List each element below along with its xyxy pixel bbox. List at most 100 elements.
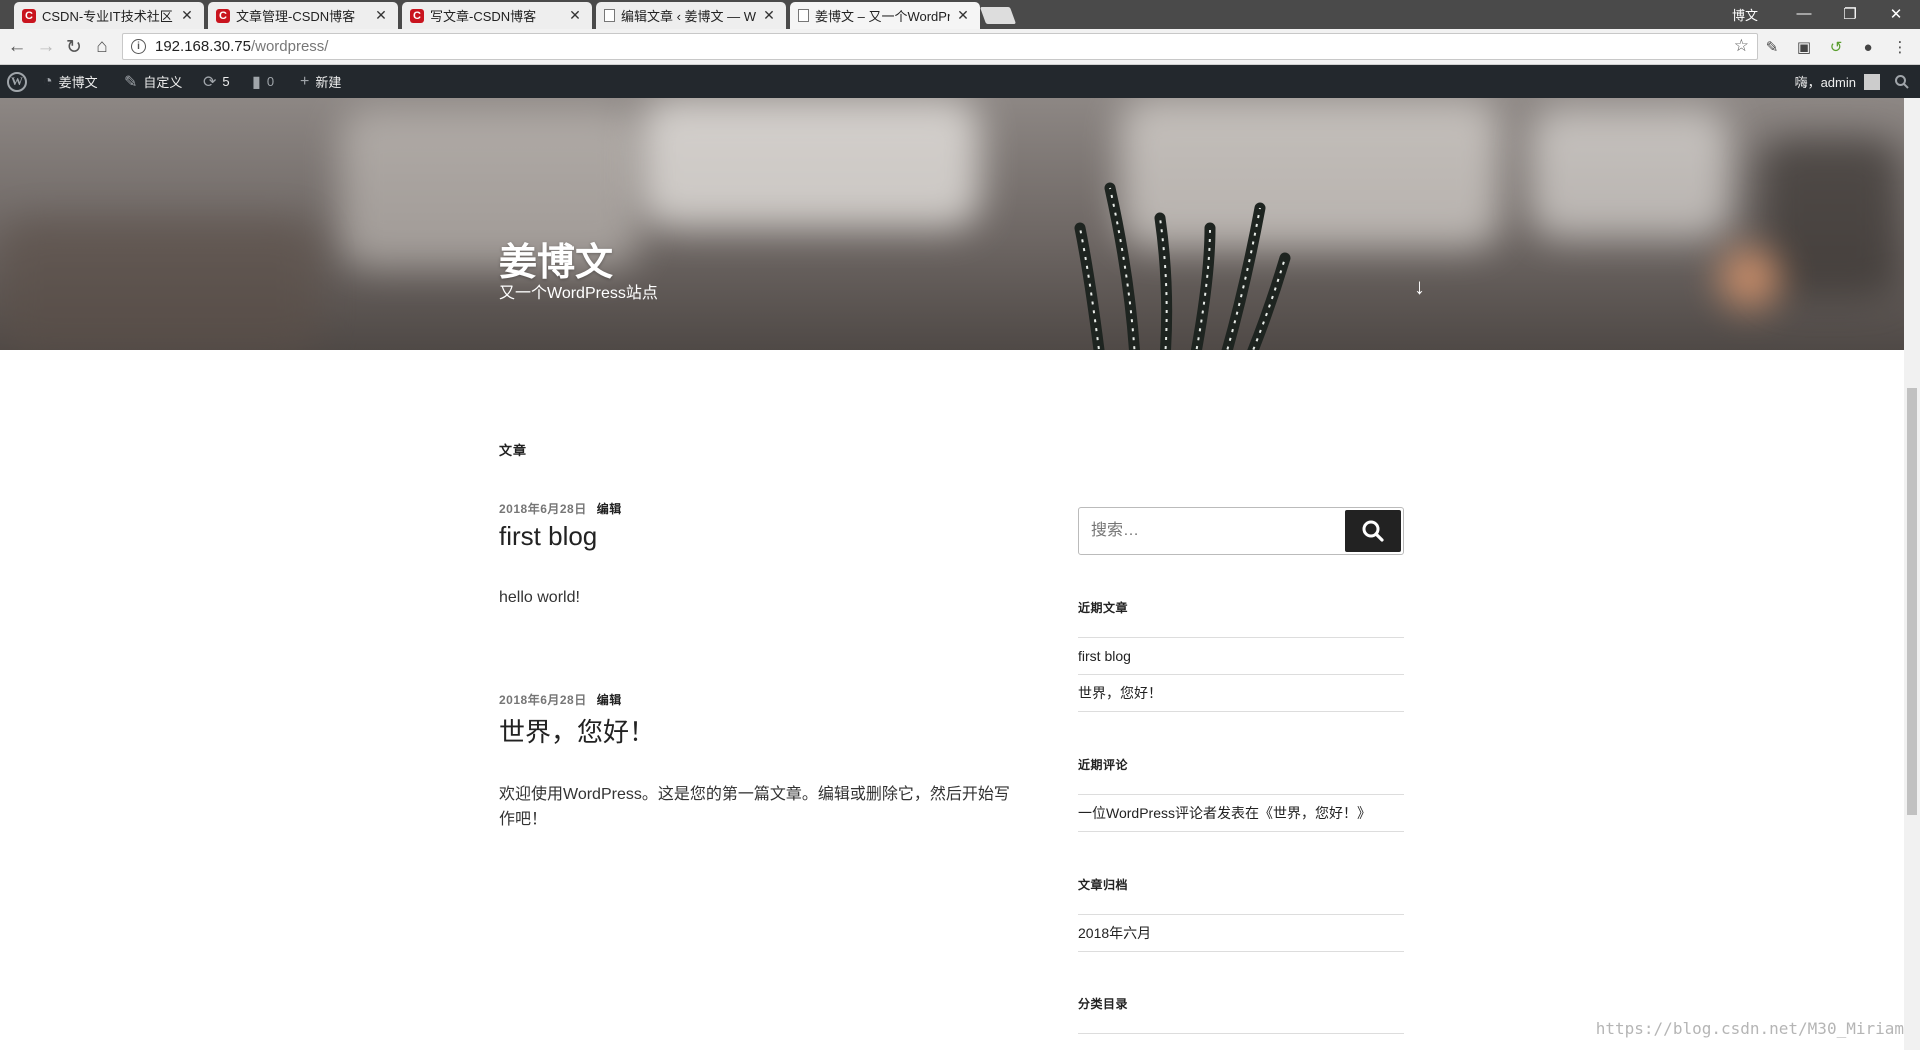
tab-csdn-manage[interactable]: C 文章管理-CSDN博客 ✕ [208, 2, 398, 29]
site-header: 姜博文 又一个WordPress站点 ↓ [0, 98, 1904, 350]
close-tab-icon[interactable]: ✕ [568, 7, 582, 24]
site-info-icon[interactable]: i [131, 39, 146, 54]
tab-wp-site[interactable]: 姜博文 – 又一个WordPre ✕ [790, 2, 980, 29]
my-account-menu[interactable]: 嗨，admin [1795, 65, 1880, 98]
extension-color-icon[interactable]: ● [1858, 37, 1878, 57]
greeting-label: 嗨，admin [1794, 75, 1856, 90]
site-description: 又一个WordPress站点 [499, 285, 658, 302]
customize-label: 自定义 [143, 75, 183, 90]
tab-title: 写文章-CSDN博客 [430, 9, 537, 24]
plant-image [1074, 182, 1291, 350]
address-bar[interactable]: i 192.168.30.75/wordpress/ ☆ [122, 33, 1758, 60]
forward-icon[interactable]: → [33, 34, 59, 60]
post-title-link[interactable]: first blog [499, 521, 1019, 552]
avatar [1864, 73, 1880, 90]
close-tab-icon[interactable]: ✕ [374, 7, 388, 24]
scrollbar-thumb[interactable] [1907, 388, 1917, 815]
post-excerpt: 欢迎使用WordPress。这是您的第一篇文章。编辑或删除它，然后开始写作吧！ [499, 786, 1010, 828]
customize-link[interactable]: ✎ 自定义 [124, 65, 182, 98]
csdn-icon: C [22, 8, 36, 23]
dashboard-icon: ◔ [43, 72, 53, 90]
recent-posts-list: first blog 世界，您好！ [1078, 637, 1404, 712]
post-meta: 2018年6月28日 编辑 [499, 691, 1019, 708]
scrollbar[interactable] [1904, 98, 1920, 1050]
recent-comments-list: 一位WordPress评论者发表在《世界，您好！》 [1078, 794, 1404, 832]
browser-menu-icon[interactable]: ⋮ [1890, 37, 1910, 57]
bookmark-star-icon[interactable]: ☆ [1734, 36, 1749, 56]
tab-csdn-home[interactable]: C CSDN-专业IT技术社区 ✕ [14, 2, 204, 29]
post-date-link[interactable]: 2018年6月28日 [499, 502, 587, 516]
minimize-icon[interactable]: — [1781, 0, 1827, 27]
wp-logo-menu[interactable]: W [7, 65, 27, 98]
extension-refresh-icon[interactable]: ↺ [1826, 37, 1846, 57]
new-content-menu[interactable]: + 新建 [300, 65, 341, 98]
page-title: 文章 [499, 443, 528, 458]
brush-icon: ✎ [124, 73, 138, 91]
updates-icon: ⟳ [203, 73, 217, 91]
list-item[interactable]: 2018年六月 [1078, 915, 1404, 952]
site-name-label: 姜博文 [58, 75, 98, 90]
post-excerpt: hello world! [499, 589, 580, 606]
url-path: /wordpress/ [250, 38, 329, 55]
sidebar: 近期文章 first blog 世界，您好！ 近期评论 一位WordPress评… [1078, 507, 1404, 1034]
edit-post-link[interactable]: 编辑 [597, 502, 622, 516]
close-window-icon[interactable]: ✕ [1873, 0, 1919, 27]
extension-pen-icon[interactable]: ✎ [1762, 37, 1782, 57]
back-icon[interactable]: ← [4, 34, 30, 60]
watermark: https://blog.csdn.net/M30_Miriam [1595, 1019, 1904, 1038]
search-icon [1895, 74, 1909, 89]
wordpress-logo-icon: W [7, 71, 27, 92]
csdn-icon: C [410, 8, 424, 23]
close-tab-icon[interactable]: ✕ [956, 7, 970, 24]
wp-admin-bar: W ◔ 姜博文 ✎ 自定义 ⟳ 5 ▮ 0 + 新建 嗨，admin [0, 65, 1920, 98]
extension-game-icon[interactable]: ▣ [1794, 37, 1814, 57]
search-input[interactable] [1079, 508, 1349, 554]
plus-icon: + [300, 72, 310, 90]
comments-count: 0 [266, 74, 275, 89]
updates-link[interactable]: ⟳ 5 [203, 65, 230, 98]
close-tab-icon[interactable]: ✕ [180, 7, 194, 24]
main-content: 文章 2018年6月28日 编辑 first blog hello world! … [0, 350, 1904, 1050]
archives-title: 文章归档 [1078, 878, 1129, 892]
url-host: 192.168.30.75 [155, 38, 251, 55]
tab-title: 文章管理-CSDN博客 [236, 9, 356, 24]
search-icon [1362, 520, 1384, 542]
search-button[interactable] [1345, 510, 1401, 552]
comments-link[interactable]: ▮ 0 [252, 65, 274, 98]
tab-wp-edit[interactable]: 编辑文章 ‹ 姜博文 — Wo ✕ [596, 2, 786, 29]
recent-posts-title: 近期文章 [1078, 601, 1129, 615]
comment-icon: ▮ [252, 73, 261, 91]
reload-icon[interactable]: ↻ [61, 34, 87, 60]
tab-csdn-write[interactable]: C 写文章-CSDN博客 ✕ [402, 2, 592, 29]
post-meta: 2018年6月28日 编辑 [499, 500, 1019, 517]
site-title[interactable]: 姜博文 [499, 231, 613, 286]
arrow-down-icon[interactable]: ↓ [1414, 274, 1425, 300]
tab-title: CSDN-专业IT技术社区 [42, 9, 173, 24]
edit-post-link[interactable]: 编辑 [597, 693, 622, 707]
tab-title: 姜博文 – 又一个WordPre [815, 9, 950, 24]
site-name-menu[interactable]: ◔ 姜博文 [43, 65, 98, 98]
restore-icon[interactable]: ❐ [1827, 0, 1873, 27]
home-icon[interactable]: ⌂ [89, 34, 115, 60]
search-form [1078, 507, 1404, 555]
list-item[interactable]: first blog [1078, 638, 1404, 675]
post-date-link[interactable]: 2018年6月28日 [499, 693, 587, 707]
window-profile-name[interactable]: 博文 [1732, 5, 1758, 24]
admin-search-button[interactable] [1894, 65, 1910, 98]
categories-list [1078, 1033, 1404, 1034]
categories-title: 分类目录 [1078, 997, 1129, 1011]
new-label: 新建 [315, 75, 342, 90]
list-item[interactable]: 一位WordPress评论者发表在《世界，您好！》 [1078, 795, 1404, 832]
archives-list: 2018年六月 [1078, 914, 1404, 952]
new-tab-button[interactable] [979, 7, 1017, 24]
browser-tab-strip: C CSDN-专业IT技术社区 ✕ C 文章管理-CSDN博客 ✕ C 写文章-… [0, 0, 1920, 29]
page-icon [798, 9, 809, 22]
browser-toolbar: ← → ↻ ⌂ i 192.168.30.75/wordpress/ ☆ ✎ ▣… [0, 29, 1920, 65]
post-article: 2018年6月28日 编辑 first blog hello world! [499, 500, 1019, 611]
post-title-link[interactable]: 世界，您好！ [499, 712, 1019, 749]
list-item[interactable]: 世界，您好！ [1078, 675, 1404, 712]
close-tab-icon[interactable]: ✕ [762, 7, 776, 24]
recent-comments-title: 近期评论 [1078, 758, 1129, 772]
csdn-icon: C [216, 8, 230, 23]
page-icon [604, 9, 615, 22]
